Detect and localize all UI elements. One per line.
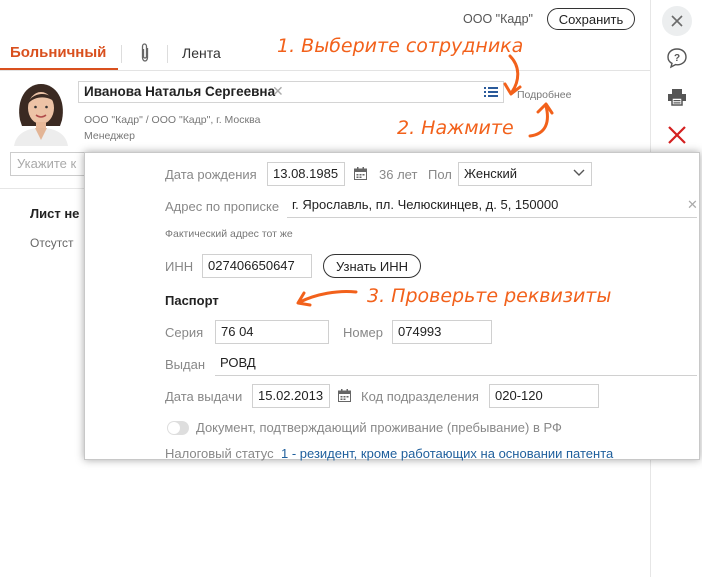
help-icon: ? [667,48,687,69]
issued-label: Выдан [165,357,206,372]
gender-value: Женский [464,166,517,181]
series-label: Серия [165,325,204,340]
clear-icon[interactable]: ✕ [272,83,284,100]
annotation-step1: 1. Выберите сотрудника [277,35,524,57]
calendar-icon[interactable] [354,167,367,180]
paperclip-icon[interactable] [138,42,152,64]
dept-code-label: Код подразделения [361,389,479,404]
save-button[interactable]: Сохранить [547,8,635,30]
find-inn-button[interactable]: Узнать ИНН [323,254,421,278]
tab-sick-leave[interactable]: Больничный [10,44,106,61]
annotation-step3: 3. Проверьте реквизиты [367,285,612,307]
dept-code-field[interactable]: 020-120 [489,384,599,408]
issue-date-field[interactable]: 15.02.2013 [252,384,330,408]
birth-date-label: Дата рождения [165,167,257,182]
tab-divider [167,45,168,63]
residence-doc-label: Документ, подтверждающий проживание (пре… [196,420,562,435]
number-label: Номер [343,325,384,340]
annotation-arrow-1 [503,54,522,96]
close-icon [662,6,692,36]
issued-field[interactable]: РОВД [215,352,697,376]
svg-text:?: ? [674,53,680,64]
delete-icon [668,126,686,144]
number-field[interactable]: 074993 [392,320,492,344]
employee-position: Менеджер [84,130,135,142]
residence-doc-toggle[interactable] [167,421,189,435]
employee-select[interactable]: Иванова Наталья Сергеевна ✕ [78,81,504,103]
employee-organization: ООО "Кадр" / ООО "Кадр", г. Москва [84,114,261,126]
series-field[interactable]: 76 04 [215,320,329,344]
absence-text: Отсутст [30,236,74,250]
chevron-down-icon [573,169,585,176]
gender-label: Пол [428,167,452,182]
tax-status-label: Налоговый статус [165,446,274,461]
calendar-icon[interactable] [338,389,351,402]
divider [0,188,90,189]
tab-feed[interactable]: Лента [182,45,221,61]
gender-select[interactable]: Женский [458,162,592,186]
address-value: г. Ярославль, пл. Челюскинцев, д. 5, 150… [292,197,559,212]
inn-field[interactable]: 027406650647 [202,254,312,278]
annotation-arrow-2 [528,102,554,138]
delete-button[interactable] [651,120,702,150]
help-button[interactable]: ? [651,45,702,71]
print-icon [668,89,686,106]
issue-date-label: Дата выдачи [165,389,243,404]
tab-divider [121,45,122,63]
annotation-step2: 2. Нажмите [397,117,514,139]
inn-label: ИНН [165,259,194,274]
organization-name[interactable]: ООО "Кадр" [463,12,533,26]
active-tab-indicator [0,68,118,70]
clear-address-icon[interactable]: ✕ [687,197,698,213]
employee-name: Иванова Наталья Сергеевна [84,84,276,99]
employee-avatar [10,80,72,146]
address-label: Адрес по прописке [165,199,280,214]
tax-status-link[interactable]: 1 - резидент, кроме работающих на основа… [281,446,613,461]
sick-leave-heading: Лист не [30,206,80,221]
annotation-arrow-3 [296,290,358,307]
passport-heading: Паспорт [165,293,219,308]
address-field[interactable]: г. Ярославль, пл. Челюскинцев, д. 5, 150… [287,194,697,218]
age-text: 36 лет [379,167,418,182]
toggle-knob [168,422,180,434]
birth-date-field[interactable]: 13.08.1985 [267,162,345,186]
close-button[interactable] [651,4,702,38]
actual-address-note: Фактический адрес тот же [165,228,293,240]
print-button[interactable] [651,84,702,110]
